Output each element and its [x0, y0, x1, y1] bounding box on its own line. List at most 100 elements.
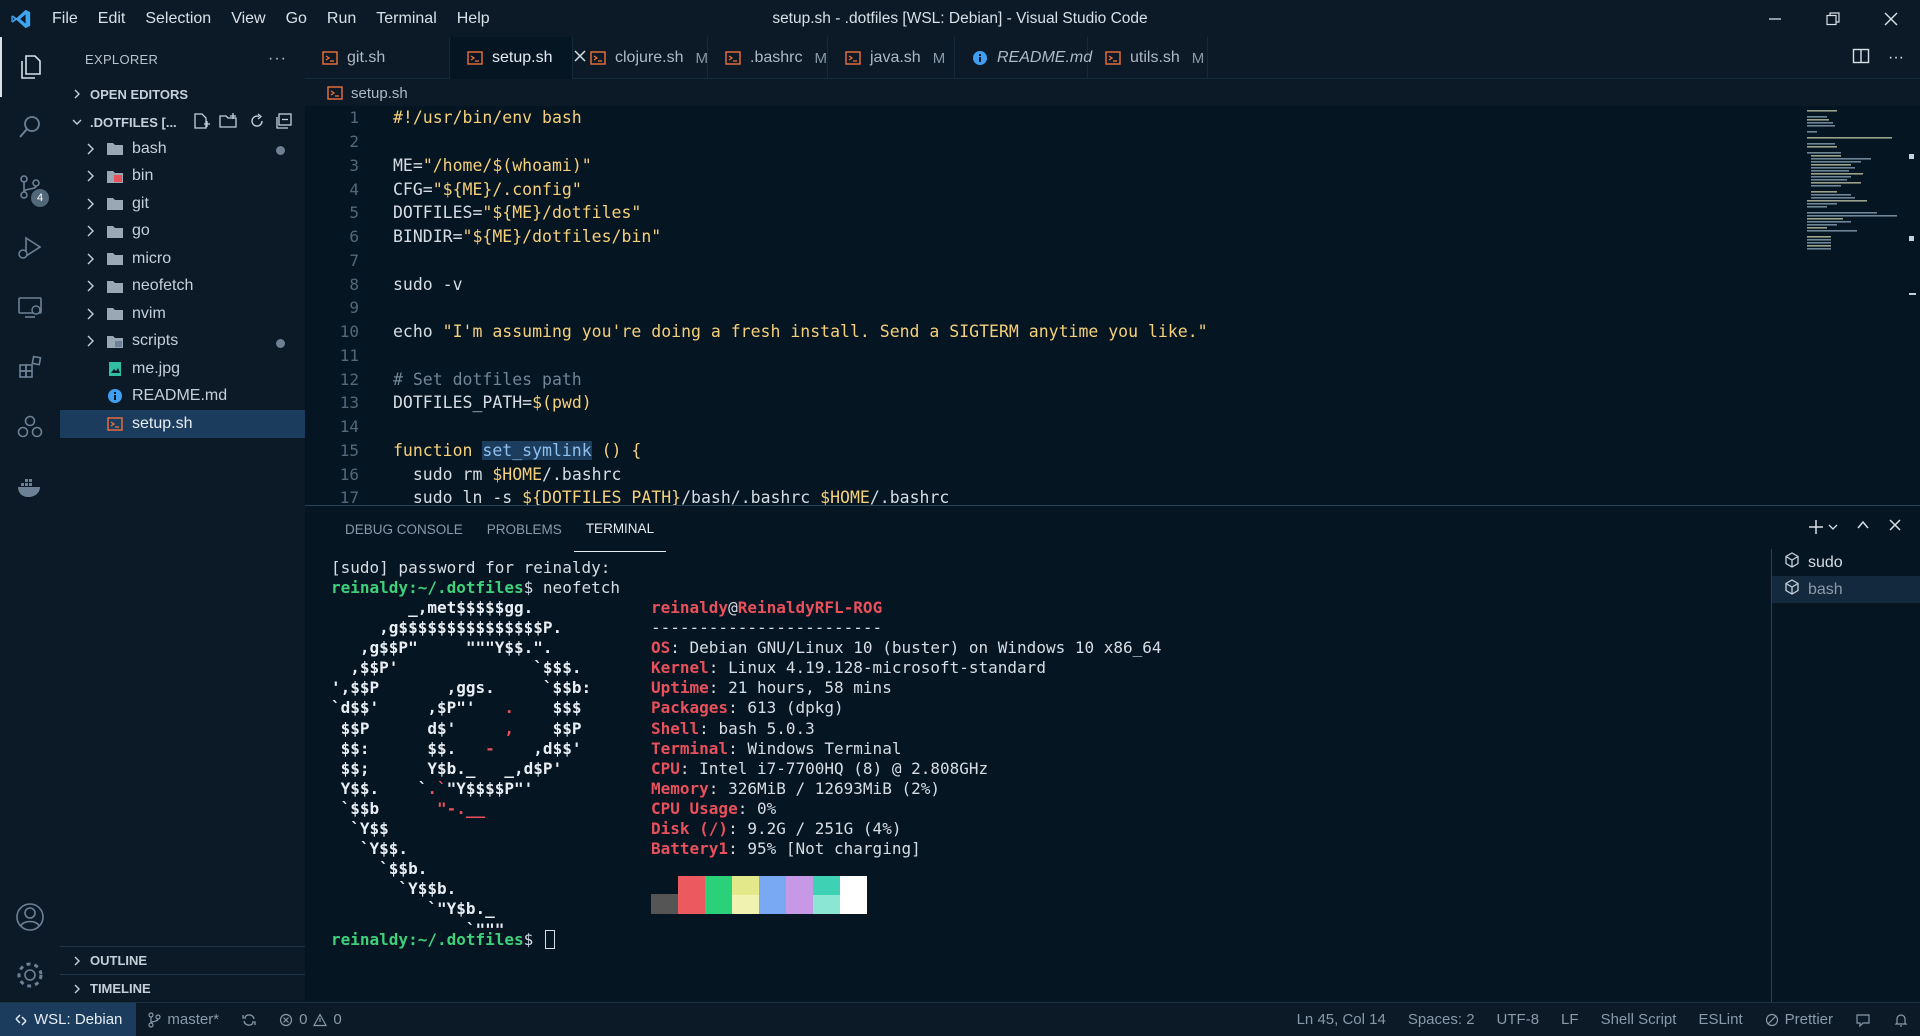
tree-item-git[interactable]: git [60, 190, 305, 218]
tree-item-me-jpg[interactable]: me.jpg [60, 355, 305, 383]
tree-item-go[interactable]: go [60, 218, 305, 246]
tab-utils-sh[interactable]: utils.sh M [1088, 37, 1208, 79]
tree-item-label: nvim [132, 304, 166, 322]
more-actions-icon[interactable]: ··· [1888, 49, 1904, 67]
menu-help[interactable]: Help [447, 10, 500, 28]
prettier-label: Prettier [1784, 1011, 1833, 1028]
close-panel-icon[interactable] [1888, 518, 1902, 536]
restore-button[interactable] [1804, 0, 1862, 37]
menu-view[interactable]: View [221, 10, 275, 28]
tab-readme-md[interactable]: README.md [955, 37, 1092, 79]
project-section[interactable]: .DOTFILES [... [60, 109, 305, 135]
search-icon[interactable] [0, 97, 60, 157]
line-number: 8 [349, 274, 359, 294]
close-window-button[interactable] [1862, 0, 1920, 37]
tree-item-nvim[interactable]: nvim [60, 300, 305, 328]
feedback-icon[interactable] [1844, 1003, 1882, 1036]
tree-item-scripts[interactable]: scripts [60, 328, 305, 356]
open-editors-section[interactable]: OPEN EDITORS [60, 81, 305, 107]
code-line: 1 #!/usr/bin/env bash [305, 106, 1920, 130]
tree-item-label: scripts [132, 332, 179, 350]
explorer-icon[interactable] [0, 37, 60, 97]
tree-item-bin[interactable]: bin [60, 163, 305, 191]
split-editor-icon[interactable] [1852, 47, 1870, 69]
neofetch-key: Memory [651, 778, 709, 798]
tab-clojure-sh[interactable]: clojure.sh M [573, 37, 708, 79]
tree-item-setup-sh[interactable]: setup.sh [60, 410, 305, 438]
panel-tab-terminal[interactable]: TERMINAL [573, 506, 667, 552]
code-token: () { [591, 440, 642, 460]
prettier-status[interactable]: Prettier [1754, 1003, 1844, 1036]
panel-tab-problems[interactable]: PROBLEMS [475, 506, 574, 552]
folder-scripts-icon [106, 333, 124, 349]
code-token: # Set dotfiles path [393, 369, 582, 389]
more-actions-icon[interactable]: ··· [268, 50, 287, 68]
collapse-all-icon[interactable] [275, 112, 293, 133]
minimap[interactable] [1805, 110, 1900, 250]
menu-edit[interactable]: Edit [88, 10, 136, 28]
encoding[interactable]: UTF-8 [1486, 1003, 1551, 1036]
tab-label: utils.sh [1130, 49, 1180, 66]
extensions-icon[interactable] [0, 337, 60, 397]
tree-item-micro[interactable]: micro [60, 245, 305, 273]
minimize-button[interactable] [1746, 0, 1804, 37]
menu-run[interactable]: Run [317, 10, 366, 28]
problems-indicator[interactable]: 0 0 [268, 1003, 353, 1036]
new-folder-icon[interactable] [219, 112, 239, 133]
tab--bashrc[interactable]: .bashrc M [708, 37, 828, 79]
accounts-icon[interactable] [0, 887, 60, 947]
terminal-instance-sudo[interactable]: sudo [1772, 549, 1920, 576]
tab-setup-sh[interactable]: setup.sh [450, 37, 587, 79]
bell-icon[interactable] [1882, 1003, 1920, 1036]
tree-item-neofetch[interactable]: neofetch [60, 273, 305, 301]
tab-java-sh[interactable]: java.sh M [828, 37, 955, 79]
new-file-icon[interactable] [192, 112, 210, 133]
terminal-instance-bash[interactable]: bash [1772, 576, 1920, 603]
run-debug-icon[interactable] [0, 217, 60, 277]
remote-explorer-icon[interactable] [0, 277, 60, 337]
line-number: 17 [339, 488, 359, 505]
tree-item-readme-md[interactable]: README.md [60, 383, 305, 411]
code-token: $HOME [820, 488, 870, 505]
sync-icon[interactable] [230, 1003, 268, 1036]
github-icon[interactable] [0, 397, 60, 457]
cursor-position[interactable]: Ln 45, Col 14 [1286, 1003, 1397, 1036]
tab-git-sh[interactable]: git.sh [305, 37, 450, 79]
menu-selection[interactable]: Selection [135, 10, 221, 28]
code-line: 17 sudo ln -s ${DOTFILES_PATH}/bash/.bas… [305, 486, 1920, 505]
new-terminal-icon[interactable] [1808, 519, 1838, 535]
branch-indicator[interactable]: master* [136, 1003, 230, 1036]
source-control-icon[interactable]: 4 [0, 157, 60, 217]
chevron-right-icon [82, 225, 98, 237]
menu-terminal[interactable]: Terminal [366, 10, 446, 28]
menu-go[interactable]: Go [276, 10, 317, 28]
command-line: reinaldy:~/.dotfiles$ neofetch [331, 578, 1771, 598]
menu-file[interactable]: File [42, 10, 88, 28]
editor-scrollbar[interactable] [1908, 106, 1916, 505]
line-content: function set_symlink () { [359, 440, 642, 460]
terminal-cube-icon [1784, 579, 1800, 600]
terminal-prompt: reinaldy:~/.dotfiles [331, 930, 524, 949]
line-content: DOTFILES="${ME}/dotfiles" [359, 203, 641, 222]
code-editor[interactable]: 1 #!/usr/bin/env bash 2 3 ME="/home/$(whoami… [305, 106, 1920, 505]
outline-section[interactable]: OUTLINE [60, 946, 305, 974]
code-token: function [393, 440, 483, 460]
refresh-icon[interactable] [248, 112, 266, 133]
eslint-status[interactable]: ESLint [1687, 1003, 1753, 1036]
maximize-panel-icon[interactable] [1856, 518, 1870, 536]
terminal-output[interactable]: [sudo] password for reinaldy: reinaldy:~… [331, 558, 1771, 998]
breadcrumb-file[interactable]: setup.sh [351, 85, 408, 102]
panel-tab-debug-console[interactable]: DEBUG CONSOLE [333, 506, 475, 552]
language-mode[interactable]: Shell Script [1590, 1003, 1688, 1036]
neofetch-colon: : [670, 638, 690, 658]
code-token: "/home/$(whoami)" [422, 155, 592, 175]
timeline-section[interactable]: TIMELINE [60, 974, 305, 1002]
line-content: #!/usr/bin/env bash [359, 108, 582, 127]
line-ending[interactable]: LF [1550, 1003, 1590, 1036]
remote-indicator[interactable]: WSL: Debian [0, 1002, 137, 1036]
tree-item-bash[interactable]: bash [60, 135, 305, 163]
docker-icon[interactable] [0, 457, 60, 517]
gear-icon[interactable] [0, 945, 60, 1005]
final-prompt-line: reinaldy:~/.dotfiles$ [331, 930, 555, 950]
indentation[interactable]: Spaces: 2 [1397, 1003, 1486, 1036]
